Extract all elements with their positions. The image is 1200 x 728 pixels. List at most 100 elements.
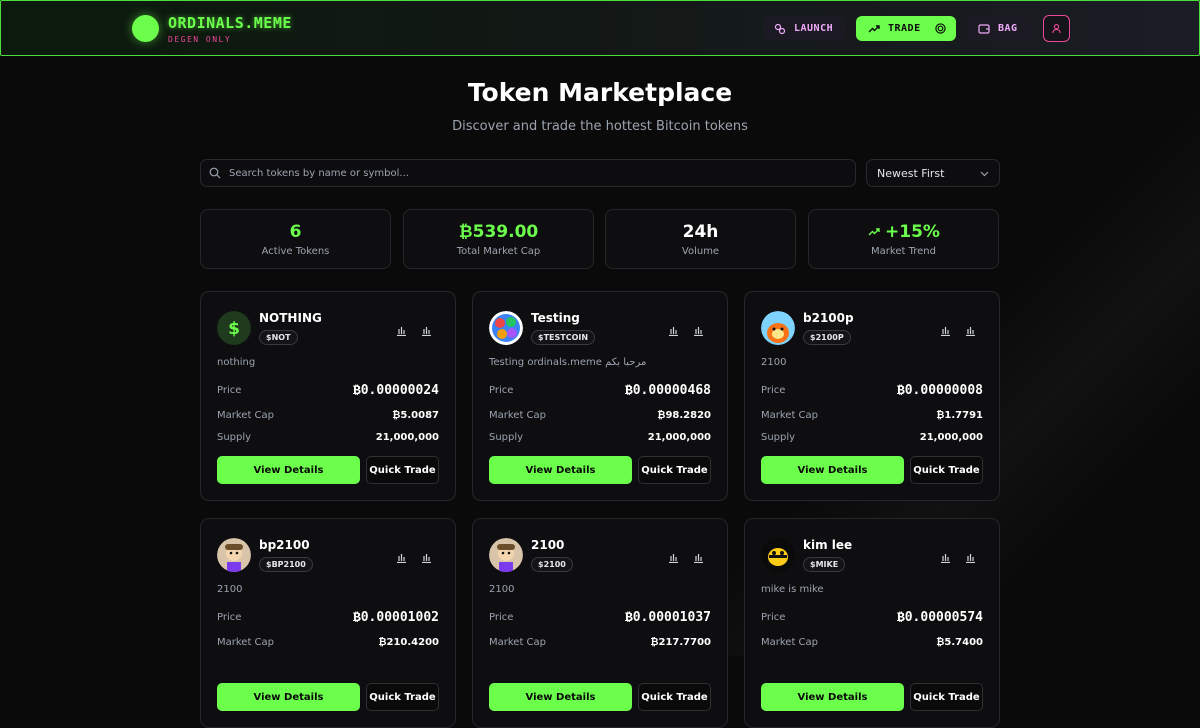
token-card[interactable]: $ NOTHING $NOT nothing Price ₿0.00000024… <box>200 291 456 501</box>
price-label: Price <box>489 385 514 396</box>
market-cap-label: Market Cap <box>217 637 275 648</box>
price-label: Price <box>217 385 242 396</box>
market-cap-value: ₿217.7700 <box>650 637 711 648</box>
search-input[interactable] <box>229 167 855 179</box>
market-cap-value: ₿5.7400 <box>936 637 983 648</box>
page-subtitle: Discover and trade the hottest Bitcoin t… <box>452 119 748 134</box>
market-cap-label: Market Cap <box>489 637 547 648</box>
token-symbol-badge: $TESTCOIN <box>531 330 596 345</box>
token-description: 2100 <box>489 584 515 595</box>
bar-chart-icon[interactable] <box>693 321 704 340</box>
price-label: Price <box>217 612 242 623</box>
bar-chart-icon[interactable] <box>668 321 679 340</box>
view-details-button[interactable]: View Details <box>761 683 904 711</box>
token-card[interactable]: kim lee $MIKE mike is mike Price ₿0.0000… <box>744 518 1000 728</box>
market-cap-label: Market Cap <box>761 410 819 421</box>
logo-icon[interactable] <box>132 15 159 42</box>
bar-chart-icon[interactable] <box>940 321 951 340</box>
stat-value: 24h <box>682 222 719 242</box>
bar-chart-icon[interactable] <box>965 321 976 340</box>
quick-trade-button[interactable]: Quick Trade <box>366 683 439 711</box>
stat-volume: 24h Volume <box>605 209 796 269</box>
launch-button[interactable]: LAUNCH <box>762 16 846 41</box>
token-avatar <box>217 538 251 572</box>
bar-chart-icon[interactable] <box>421 548 432 567</box>
market-cap-value: ₿1.7791 <box>936 410 983 421</box>
view-details-button[interactable]: View Details <box>217 456 360 484</box>
stat-value: +15% <box>885 222 940 242</box>
trending-up-icon <box>867 222 881 242</box>
token-card[interactable]: 2100 $2100 2100 Price ₿0.00001037 Market… <box>472 518 728 728</box>
sort-selected: Newest First <box>877 166 945 180</box>
bar-chart-icon[interactable] <box>396 548 407 567</box>
token-avatar: $ <box>217 311 251 345</box>
supply-value: 21,000,000 <box>919 432 983 443</box>
trending-up-icon <box>868 24 880 34</box>
stat-label: Volume <box>681 246 720 257</box>
bar-chart-icon[interactable] <box>421 321 432 340</box>
bar-chart-icon[interactable] <box>940 548 951 567</box>
page-title: Token Marketplace <box>467 78 733 107</box>
token-card[interactable]: Testing $TESTCOIN Testing ordinals.meme … <box>472 291 728 501</box>
view-details-button[interactable]: View Details <box>489 683 632 711</box>
supply-label: Supply <box>761 432 796 443</box>
stat-label: Market Trend <box>871 246 936 257</box>
token-description: Testing ordinals.meme مرحبا بكم <box>489 357 647 368</box>
quick-trade-button[interactable]: Quick Trade <box>638 456 711 484</box>
view-details-button[interactable]: View Details <box>217 683 360 711</box>
token-description: 2100 <box>217 584 243 595</box>
trade-button[interactable]: TRADE <box>856 16 956 41</box>
supply-label: Supply <box>489 432 524 443</box>
view-details-button[interactable]: View Details <box>489 456 632 484</box>
token-name: b2100p <box>803 311 854 325</box>
view-details-button[interactable]: View Details <box>761 456 904 484</box>
price-value: ₿0.00000024 <box>352 383 439 398</box>
bar-chart-icon[interactable] <box>668 548 679 567</box>
wallet-icon <box>978 23 990 34</box>
token-card[interactable]: bp2100 $BP2100 2100 Price ₿0.00001002 Ma… <box>200 518 456 728</box>
token-symbol-badge: $NOT <box>259 330 298 345</box>
supply-label: Supply <box>217 432 252 443</box>
token-avatar <box>761 538 795 572</box>
price-value: ₿0.00001002 <box>352 610 439 625</box>
stat-label: Total Market Cap <box>456 246 541 257</box>
quick-trade-button[interactable]: Quick Trade <box>366 456 439 484</box>
brand-name[interactable]: ORDINALS.MEME <box>168 14 292 32</box>
market-cap-label: Market Cap <box>489 410 547 421</box>
price-value: ₿0.00000574 <box>896 610 983 625</box>
svg-text:$: $ <box>228 319 240 339</box>
price-label: Price <box>761 612 786 623</box>
stat-active-tokens: 6 Active Tokens <box>200 209 391 269</box>
market-cap-value: ₿5.0087 <box>392 410 439 421</box>
stat-label: Active Tokens <box>261 246 330 257</box>
top-navbar: ORDINALS.MEME DEGEN ONLY LAUNCH TRADE BA… <box>0 0 1200 56</box>
supply-value: 21,000,000 <box>647 432 711 443</box>
quick-trade-button[interactable]: Quick Trade <box>638 683 711 711</box>
user-profile-button[interactable] <box>1043 15 1070 42</box>
stat-value: ₿539.00 <box>458 222 539 242</box>
chevron-down-icon <box>980 167 989 180</box>
market-cap-label: Market Cap <box>217 410 275 421</box>
bar-chart-icon[interactable] <box>965 548 976 567</box>
token-card[interactable]: b2100p $2100P 2100 Price ₿0.00000008 Mar… <box>744 291 1000 501</box>
token-symbol-badge: $2100P <box>803 330 851 345</box>
quick-trade-button[interactable]: Quick Trade <box>910 683 983 711</box>
token-description: 2100 <box>761 357 787 368</box>
bag-button[interactable]: BAG <box>966 16 1031 41</box>
token-description: nothing <box>217 357 256 368</box>
bar-chart-icon[interactable] <box>693 548 704 567</box>
trade-label: TRADE <box>888 23 921 34</box>
stat-value-row: +15% <box>809 222 998 242</box>
token-symbol-badge: $BP2100 <box>259 557 313 572</box>
sort-dropdown[interactable]: Newest First <box>866 159 1000 187</box>
brand-tagline: DEGEN ONLY <box>168 35 232 44</box>
stat-total-market-cap: ₿539.00 Total Market Cap <box>403 209 594 269</box>
token-avatar <box>761 311 795 345</box>
market-cap-value: ₿98.2820 <box>657 410 711 421</box>
search-icon <box>209 164 221 183</box>
price-label: Price <box>761 385 786 396</box>
bar-chart-icon[interactable] <box>396 321 407 340</box>
quick-trade-button[interactable]: Quick Trade <box>910 456 983 484</box>
price-label: Price <box>489 612 514 623</box>
token-symbol-badge: $MIKE <box>803 557 846 572</box>
